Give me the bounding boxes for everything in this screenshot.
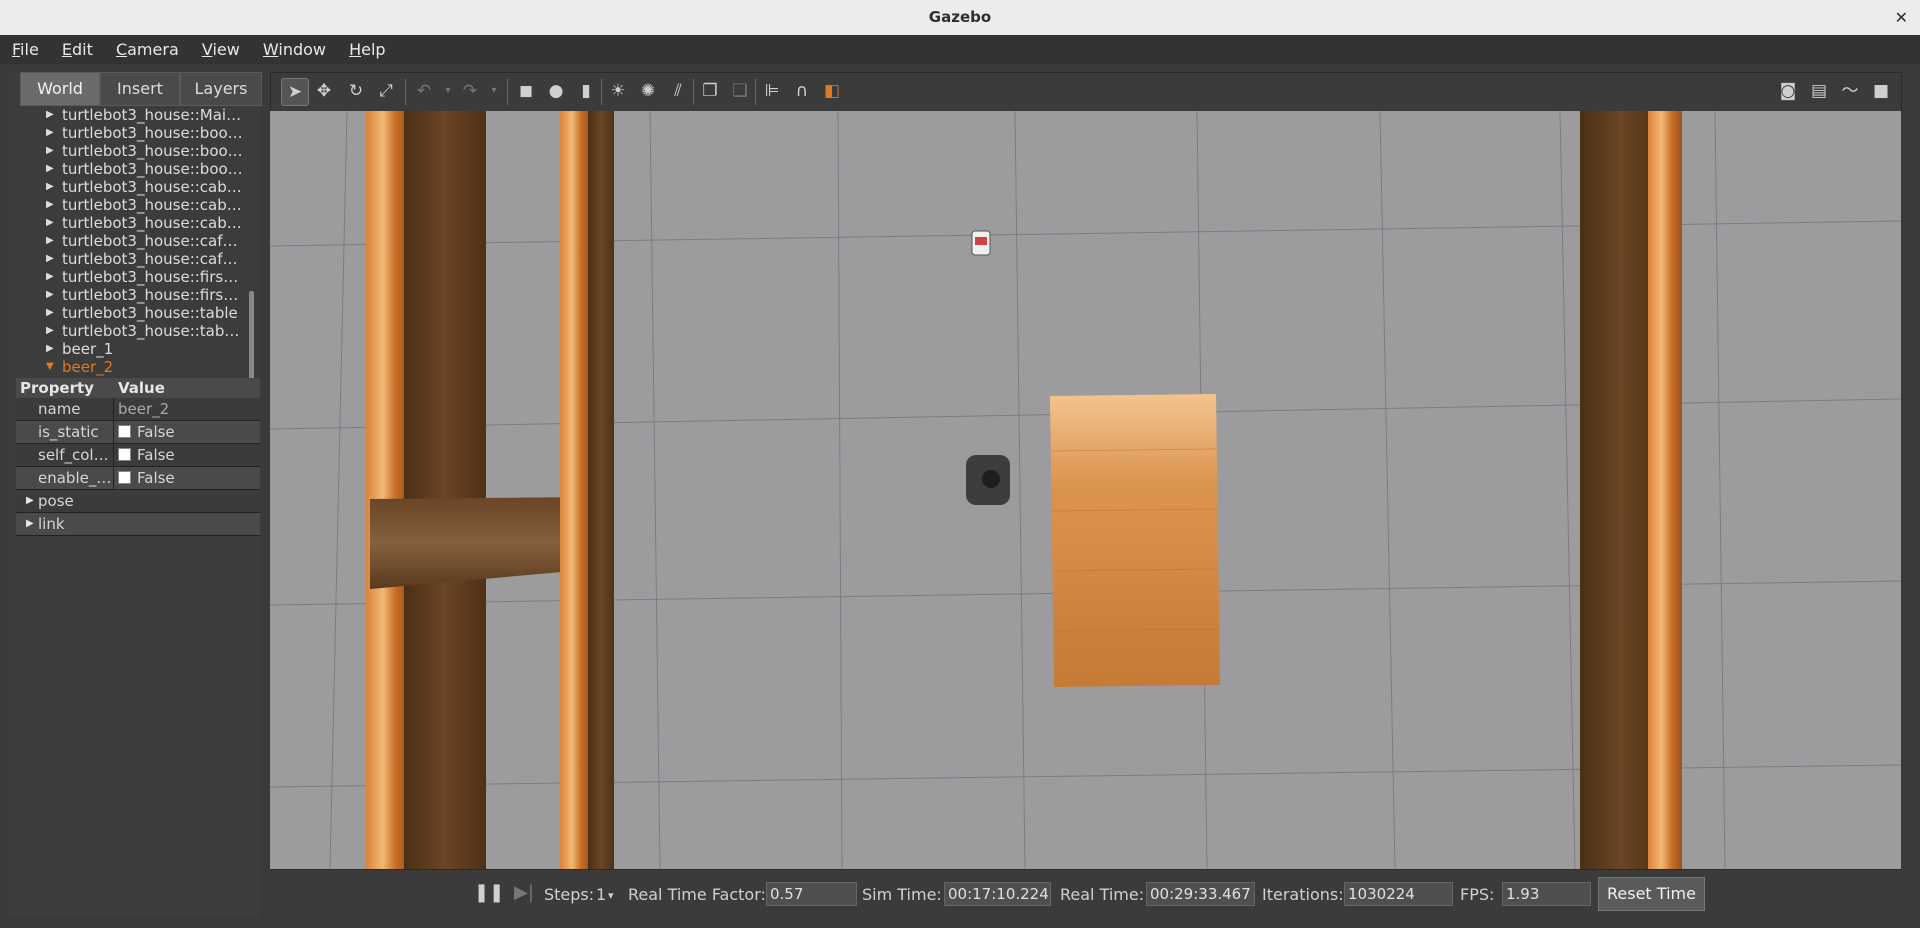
reset-time-button[interactable]: Reset Time (1598, 877, 1705, 911)
expand-arrow-icon[interactable]: ▶ (46, 106, 54, 124)
expand-arrow-icon[interactable]: ▶ (46, 304, 54, 322)
spot-light-icon[interactable]: ✺ (637, 80, 659, 102)
status-bar: ❚❚ ▶| Steps: 1 ▾ Real Time Factor: 0.57 … (270, 869, 1901, 918)
copy-icon[interactable]: ❐ (699, 80, 721, 102)
pause-icon[interactable]: ❚❚ (474, 882, 504, 903)
enable-wind-checkbox[interactable] (118, 471, 131, 484)
snap-icon[interactable]: ∩ (791, 80, 813, 102)
expand-arrow-icon[interactable]: ▶ (46, 124, 54, 142)
expand-arrow-icon[interactable]: ▶ (46, 196, 54, 214)
property-row[interactable]: self_col… False (16, 444, 260, 467)
log-icon[interactable]: ▤ (1808, 80, 1830, 102)
name-field[interactable]: beer_2 (118, 398, 169, 420)
menu-bar: File Edit Camera View Window Help (0, 35, 1920, 64)
sphere-icon[interactable]: ● (545, 80, 567, 102)
left-panel: World Insert Layers ▶ turtlebot3_house::M… (8, 72, 262, 917)
expand-arrow-icon[interactable]: ▶ (26, 490, 34, 512)
sim-time-field: 00:17:10.224 (944, 882, 1051, 906)
view-angle-icon[interactable]: ◧ (821, 80, 843, 102)
properties-header: Property Value (16, 378, 260, 398)
point-light-icon[interactable]: ☀ (607, 80, 629, 102)
steps-value[interactable]: 1 (596, 885, 606, 904)
expand-arrow-icon[interactable]: ▶ (46, 340, 54, 358)
select-arrow-icon[interactable]: ➤ (281, 78, 309, 106)
window-title: Gazebo (928, 8, 992, 26)
bookshelf-left (366, 111, 614, 869)
menu-camera[interactable]: Camera (110, 35, 185, 64)
property-row[interactable]: name beer_2 (16, 398, 260, 421)
tab-insert[interactable]: Insert (100, 72, 180, 106)
real-time-label: Real Time: (1060, 885, 1145, 904)
expand-arrow-icon[interactable]: ▶ (46, 178, 54, 196)
fps-field: 1.93 (1502, 882, 1591, 906)
undo-icon[interactable]: ↶ (413, 80, 435, 102)
expand-arrow-icon[interactable]: ▶ (46, 160, 54, 178)
world-tree: ▶ turtlebot3_house::Mai… ▶ turtlebot3_hous… (12, 106, 260, 396)
tab-layers[interactable]: Layers (180, 72, 262, 106)
menu-file[interactable]: File (6, 35, 45, 64)
paste-icon[interactable]: ❏ (729, 80, 751, 102)
3d-viewport[interactable] (270, 111, 1901, 869)
menu-help[interactable]: Help (343, 35, 391, 64)
real-time-field: 00:29:33.467 (1146, 882, 1255, 906)
turtlebot-robot (966, 455, 1010, 505)
expand-arrow-icon[interactable]: ▶ (46, 250, 54, 268)
menu-edit[interactable]: Edit (56, 35, 99, 64)
property-row[interactable]: is_static False (16, 421, 260, 444)
plot-icon[interactable]: 〜 (1839, 80, 1861, 102)
rotate-icon[interactable]: ↻ (345, 80, 367, 102)
beer-model (971, 230, 991, 256)
table (1049, 394, 1220, 687)
step-icon[interactable]: ▶| (514, 882, 534, 903)
expand-arrow-icon[interactable]: ▶ (46, 268, 54, 286)
steps-dropdown-icon[interactable]: ▾ (608, 889, 614, 902)
expand-arrow-icon[interactable]: ▶ (46, 286, 54, 304)
panel-splitter-handle[interactable]: ⋮ (263, 490, 279, 509)
redo-dropdown-icon[interactable]: ▾ (483, 80, 505, 102)
translate-icon[interactable]: ✥ (313, 80, 335, 102)
properties-table: Property Value name beer_2 is_static Fal… (16, 378, 260, 536)
rtf-field: 0.57 (766, 882, 857, 906)
sim-time-label: Sim Time: (862, 885, 942, 904)
redo-icon[interactable]: ↷ (459, 80, 481, 102)
align-icon[interactable]: ⊫ (761, 80, 783, 102)
collapse-arrow-icon[interactable]: ▼ (46, 358, 54, 376)
expand-arrow-icon[interactable]: ▶ (26, 513, 34, 535)
cylinder-icon[interactable]: ▮ (575, 80, 597, 102)
toolbar: ➤ ✥ ↻ ⤢ ↶ ▾ ↷ ▾ ◼ ● ▮ ☀ ✺ ⫽ ❐ ❏ ⊫ ∩ ◧ ◙ … (270, 72, 1902, 112)
fps-label: FPS: (1460, 885, 1495, 904)
property-row-pose[interactable]: ▶ pose (16, 490, 260, 513)
screenshot-icon[interactable]: ◙ (1777, 80, 1799, 102)
bookshelf-right (1580, 111, 1682, 869)
self-collide-checkbox[interactable] (118, 448, 131, 461)
menu-view[interactable]: View (196, 35, 246, 64)
scene-render[interactable] (270, 111, 1901, 869)
video-record-icon[interactable]: ■ (1870, 80, 1892, 102)
close-icon[interactable]: ✕ (1895, 0, 1908, 35)
box-icon[interactable]: ◼ (515, 80, 537, 102)
property-row-link[interactable]: ▶ link (16, 513, 260, 536)
menu-window[interactable]: Window (257, 35, 332, 64)
directional-light-icon[interactable]: ⫽ (667, 80, 689, 102)
tab-world[interactable]: World (20, 72, 100, 106)
expand-arrow-icon[interactable]: ▶ (46, 142, 54, 160)
rtf-label: Real Time Factor: (628, 885, 766, 904)
expand-arrow-icon[interactable]: ▶ (46, 214, 54, 232)
property-row[interactable]: enable_… False (16, 467, 260, 490)
value-column-header: Value (118, 379, 165, 397)
property-column-header: Property (20, 379, 94, 397)
scale-icon[interactable]: ⤢ (375, 80, 397, 102)
steps-label: Steps: (544, 885, 595, 904)
iterations-label: Iterations: (1262, 885, 1344, 904)
expand-arrow-icon[interactable]: ▶ (46, 232, 54, 250)
title-bar: Gazebo ✕ (0, 0, 1920, 35)
undo-dropdown-icon[interactable]: ▾ (437, 80, 459, 102)
iterations-field: 1030224 (1344, 882, 1453, 906)
is-static-checkbox[interactable] (118, 425, 131, 438)
expand-arrow-icon[interactable]: ▶ (46, 322, 54, 340)
panel-tabs: World Insert Layers (12, 72, 262, 106)
